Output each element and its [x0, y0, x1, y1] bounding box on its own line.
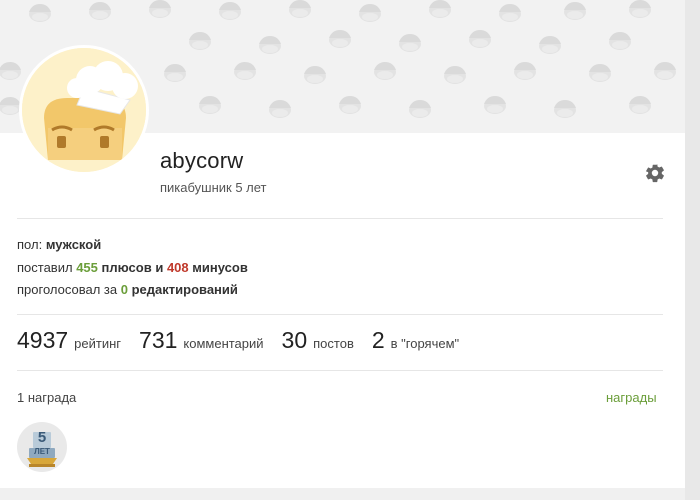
stat-label: в "горячем": [390, 336, 460, 351]
edits-label: редактирований: [131, 282, 238, 297]
page-gutter: [685, 0, 700, 500]
edits-count: 0: [120, 282, 128, 297]
badge-label: ЛЕТ: [34, 447, 50, 456]
stat-posts: 30 постов: [282, 327, 354, 354]
stat-label: рейтинг: [74, 336, 122, 351]
stat-label: комментарий: [183, 336, 264, 351]
gender-row: пол: мужской: [17, 237, 101, 252]
minus-label: минусов: [192, 260, 248, 275]
votes-row: поставил 455 плюсов и 408 минусов: [17, 260, 248, 275]
avatar[interactable]: [19, 45, 149, 175]
stat-value: 30: [281, 327, 308, 353]
profile-page: abycorw пикабушник 5 лет пол: мужской по…: [0, 0, 685, 488]
gear-icon: [646, 164, 664, 183]
gender-value: мужской: [45, 237, 102, 252]
awards-link[interactable]: награды: [606, 390, 657, 405]
stat-value: 2: [371, 327, 385, 353]
badge-number: 5: [37, 429, 47, 446]
profile-subtitle: пикабушник 5 лет: [160, 180, 267, 195]
edits-row: проголосовал за 0 редактирований: [17, 282, 238, 297]
profile-stats: 4937 рейтинг 731 комментарий 30 постов 2…: [17, 327, 477, 357]
stat-hot: 2 в "горячем": [372, 327, 459, 354]
stat-label: постов: [313, 336, 354, 351]
stat-value: 4937: [17, 327, 69, 353]
votes-prefix: поставил: [17, 260, 73, 275]
divider: [17, 370, 663, 371]
stat-rating: 4937 рейтинг: [17, 327, 121, 354]
stat-value: 731: [139, 327, 178, 353]
divider: [17, 314, 663, 315]
username: abycorw: [160, 148, 244, 173]
chef-toast-avatar-icon: [22, 48, 146, 172]
award-badge[interactable]: 5 ЛЕТ: [17, 422, 67, 472]
gender-label: пол:: [17, 237, 43, 252]
divider: [17, 218, 663, 219]
plus-count: 455: [76, 260, 98, 275]
plus-label: плюсов и: [101, 260, 164, 275]
settings-button[interactable]: [644, 162, 666, 184]
awards-count: 1 награда: [17, 390, 77, 405]
minus-count: 408: [166, 260, 189, 275]
stat-comments: 731 комментарий: [139, 327, 264, 354]
edits-prefix: проголосовал за: [17, 282, 118, 297]
